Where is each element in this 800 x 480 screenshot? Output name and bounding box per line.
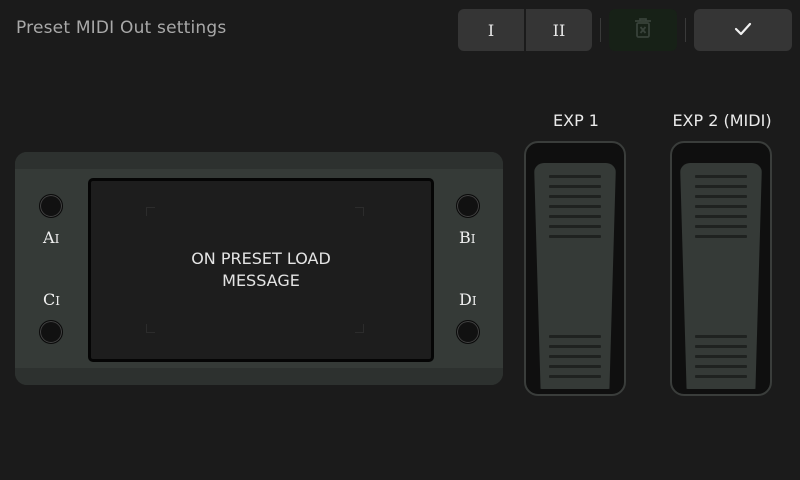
pedal-ridge [549,205,601,208]
delete-button[interactable] [609,9,677,51]
pedal-ridge [695,355,747,358]
pedal-ridge [695,335,747,338]
pedal-ridge [549,335,601,338]
pedal-ridge [695,185,747,188]
pedal-ridge [549,375,601,378]
page-title: Preset MIDI Out settings [16,18,227,38]
footswitch-a[interactable] [39,194,63,218]
footswitch-d-label: DI [459,290,477,309]
pedal-ridge [695,345,747,348]
pedal-ridge [695,175,747,178]
footswitch-a-label: AI [43,228,60,247]
exp2-label: EXP 2 (MIDI) [672,111,772,130]
footswitch-b[interactable] [456,194,480,218]
footswitch-d[interactable] [456,320,480,344]
preset-load-message-screen[interactable]: ON PRESET LOAD MESSAGE [88,178,434,362]
check-icon [734,21,752,40]
layer-one-button[interactable]: I [458,9,524,51]
layer-two-button[interactable]: II [524,9,592,51]
exp2-pedal[interactable] [670,141,772,396]
screen-corner [146,324,155,333]
exp2-pedal-pad [680,163,762,389]
pedal-ridge [695,365,747,368]
exp1-pedal-pad [534,163,616,389]
exp1-pedal[interactable] [524,141,626,396]
pedal-ridge [695,195,747,198]
pedal-ridge [549,215,601,218]
confirm-button[interactable] [694,9,792,51]
pedal-ridge [695,235,747,238]
pedal-ridge [549,365,601,368]
pedal-ridge [695,215,747,218]
screen-corner [146,207,155,216]
trash-x-icon [632,16,654,44]
footswitch-c-label: CI [43,290,60,309]
screen-corner [355,207,364,216]
exp1-label: EXP 1 [553,111,599,130]
divider [600,18,601,42]
preset-board: AI CI BI DI ON PRESET LOAD MESSAGE [15,152,503,385]
divider [685,18,686,42]
pedal-ridge [695,375,747,378]
pedal-ridge [695,225,747,228]
pedal-ridge [549,235,601,238]
pedal-ridge [549,195,601,198]
screen-corner [355,324,364,333]
pedal-ridge [695,205,747,208]
layer-toggle-group: I II [458,9,592,51]
pedal-ridge [549,355,601,358]
footswitch-b-label: BI [459,228,476,247]
footswitch-c[interactable] [39,320,63,344]
pedal-ridge [549,175,601,178]
board-top-band [15,152,503,169]
pedal-ridge [549,225,601,228]
board-bottom-band [15,368,503,385]
pedal-ridge [549,345,601,348]
screen-message: ON PRESET LOAD MESSAGE [191,249,331,290]
pedal-ridge [549,185,601,188]
